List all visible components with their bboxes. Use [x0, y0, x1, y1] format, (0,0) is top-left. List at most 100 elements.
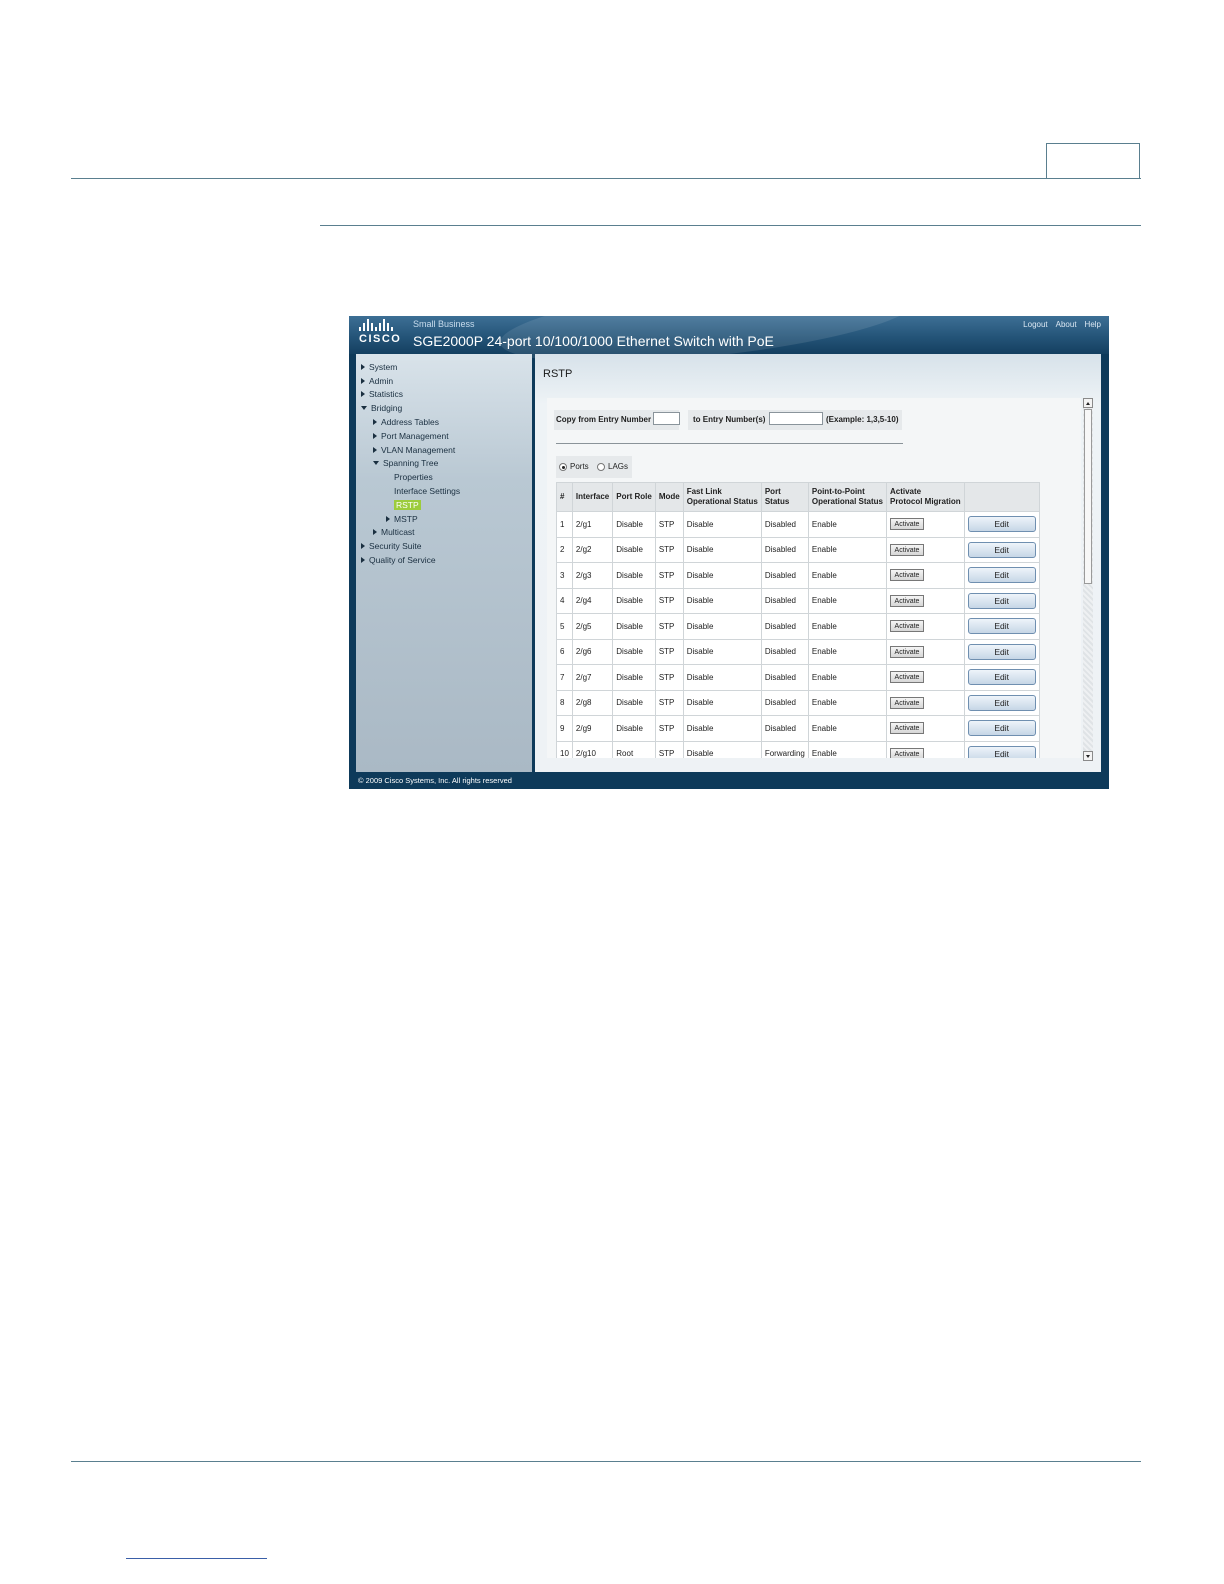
table-cell: 4 — [556, 587, 573, 614]
table-cell: 2/g1 — [571, 511, 614, 538]
activate-button[interactable]: Activate — [889, 696, 924, 709]
column-header-line: Protocol Migration — [889, 497, 961, 506]
scroll-down-arrow-icon[interactable] — [1083, 751, 1093, 761]
activate-button[interactable]: Activate — [889, 645, 924, 658]
edit-button[interactable]: Edit — [967, 669, 1036, 686]
triangle-right-icon — [373, 419, 377, 426]
activate-cell: Activate — [885, 740, 965, 758]
sidebar-item-label: System — [369, 361, 398, 372]
activate-cell: Activate — [885, 613, 965, 640]
table-cell: Disable — [612, 511, 656, 538]
table-cell: 2 — [556, 536, 573, 563]
column-header-line: Fast Link — [686, 487, 722, 496]
activate-button[interactable]: Activate — [889, 594, 924, 607]
activate-button[interactable]: Activate — [889, 569, 924, 582]
sidebar-item-spanning-tree[interactable]: Spanning Tree — [361, 457, 460, 471]
activate-button[interactable]: Activate — [889, 747, 924, 758]
table-row: 6 2/g6 Disable STP Disable Disabled Enable Acti… — [556, 638, 1040, 665]
edit-button[interactable]: Edit — [967, 541, 1036, 558]
sidebar-item-multicast[interactable]: Multicast — [361, 526, 460, 540]
table-cell: STP — [654, 587, 684, 614]
lags-radio[interactable] — [597, 463, 605, 471]
edit-button[interactable]: Edit — [967, 567, 1036, 584]
table-cell: Disable — [682, 715, 762, 742]
activate-button[interactable]: Activate — [889, 518, 924, 531]
table-row: 1 2/g1 Disable STP Disable Disabled Enable Acti… — [556, 511, 1040, 538]
edit-button[interactable]: Edit — [967, 618, 1036, 635]
activate-button[interactable]: Activate — [889, 620, 924, 633]
sidebar-item-system[interactable]: System — [361, 360, 460, 374]
activate-button[interactable]: Activate — [889, 722, 924, 735]
edit-button[interactable]: Edit — [967, 745, 1036, 758]
table-row: 2 2/g2 Disable STP Disable Disabled Enable Acti… — [556, 536, 1040, 563]
activate-button[interactable]: Activate — [889, 543, 924, 556]
main-panel: RSTP Copy from Entry Number to Entry Num… — [535, 354, 1101, 772]
about-link[interactable]: About — [1056, 320, 1077, 329]
column-header-line: Point-to-Point — [811, 487, 865, 496]
column-header-line: Port Role — [616, 492, 652, 501]
sidebar-item-label: Admin — [369, 375, 394, 386]
sidebar-item-address-tables[interactable]: Address Tables — [361, 415, 460, 429]
edit-button[interactable]: Edit — [967, 720, 1036, 737]
table-cell: Disable — [682, 536, 762, 563]
sidebar-item-statistics[interactable]: Statistics — [361, 388, 460, 402]
edit-button[interactable]: Edit — [967, 592, 1036, 609]
copy-from-label: Copy from Entry Number — [556, 415, 652, 424]
sidebar-item-vlan-management[interactable]: VLAN Management — [361, 443, 460, 457]
triangle-right-icon — [373, 432, 377, 439]
edit-button[interactable]: Edit — [967, 516, 1036, 533]
sidebar-item-mstp[interactable]: MSTP — [361, 512, 460, 526]
triangle-right-icon — [373, 446, 377, 453]
column-header: Activate Protocol Migration — [885, 482, 965, 512]
copy-from-input[interactable] — [653, 412, 680, 425]
sidebar-item-security-suite[interactable]: Security Suite — [361, 539, 460, 553]
table-cell: Disable — [682, 740, 762, 758]
sidebar-item-bridging[interactable]: Bridging — [361, 401, 460, 415]
table-cell: Disabled — [760, 689, 809, 716]
table-cell: Disabled — [760, 638, 809, 665]
edit-button[interactable]: Edit — [967, 643, 1036, 660]
copy-to-label: to Entry Number(s) — [693, 415, 766, 424]
table-cell: Enable — [807, 562, 887, 589]
triangle-down-icon — [373, 461, 379, 466]
table-cell: Enable — [807, 689, 887, 716]
table-cell: Enable — [807, 664, 887, 691]
sidebar-item-properties[interactable]: Properties — [361, 470, 460, 484]
sidebar-item-label: VLAN Management — [381, 444, 456, 455]
table-cell: 7 — [556, 664, 573, 691]
sidebar-item-port-management[interactable]: Port Management — [361, 429, 460, 443]
table-cell: Disable — [682, 511, 762, 538]
sidebar-item-interface-settings[interactable]: Interface Settings — [361, 484, 460, 498]
scroll-up-arrow-icon[interactable] — [1083, 398, 1093, 408]
content-area: Copy from Entry Number to Entry Number(s… — [547, 398, 1081, 758]
column-header-line: Operational Status — [811, 497, 883, 506]
scroll-thumb[interactable] — [1084, 409, 1092, 584]
logout-link[interactable]: Logout — [1023, 320, 1047, 329]
sidebar-item-quality-of-service[interactable]: Quality of Service — [361, 553, 460, 567]
sidebar-item-rstp[interactable]: RSTP — [361, 498, 460, 512]
table-cell: 2/g7 — [571, 664, 614, 691]
table-cell: Disable — [682, 613, 762, 640]
table-cell: 2/g3 — [571, 562, 614, 589]
copy-to-input[interactable] — [769, 412, 823, 425]
table-cell: 3 — [556, 562, 573, 589]
help-link[interactable]: Help — [1085, 320, 1101, 329]
table-cell: STP — [654, 740, 684, 758]
activate-cell: Activate — [885, 689, 965, 716]
table-cell: Enable — [807, 511, 887, 538]
table-row: 4 2/g4 Disable STP Disable Disabled Enable Acti… — [556, 587, 1040, 614]
vertical-scrollbar[interactable] — [1083, 398, 1093, 761]
edit-cell: Edit — [963, 638, 1040, 665]
sidebar-item-admin[interactable]: Admin — [361, 374, 460, 388]
activate-cell: Activate — [885, 536, 965, 563]
table-cell: Disable — [612, 536, 656, 563]
ports-radio[interactable] — [559, 463, 567, 471]
edit-button[interactable]: Edit — [967, 694, 1036, 711]
top-links: Logout About Help — [1023, 320, 1101, 329]
sidebar-item-label: Properties — [394, 472, 433, 483]
edit-cell: Edit — [963, 740, 1040, 758]
table-cell: 2/g8 — [571, 689, 614, 716]
table-cell: 2/g4 — [571, 587, 614, 614]
table-cell: Disable — [682, 689, 762, 716]
activate-button[interactable]: Activate — [889, 671, 924, 684]
